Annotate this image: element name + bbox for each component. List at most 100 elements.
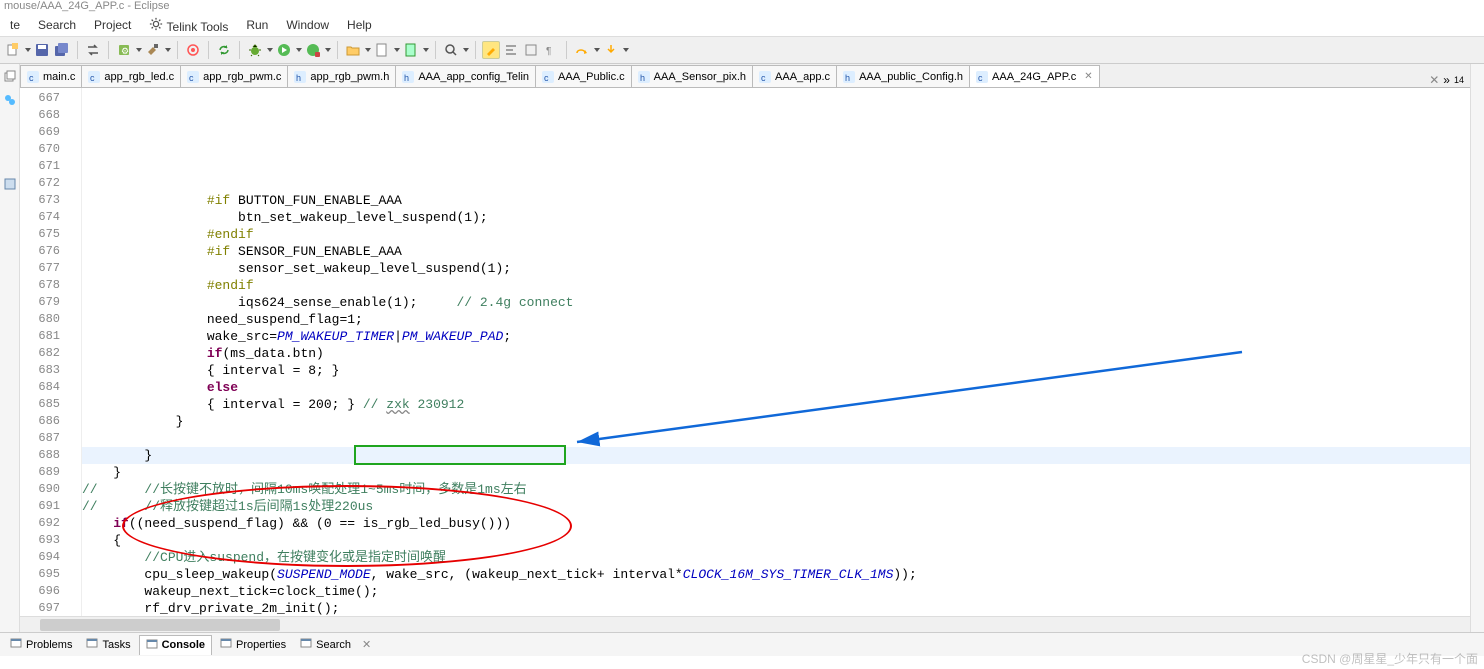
close-icon[interactable]: ✕	[359, 638, 371, 651]
outline-icon[interactable]	[2, 176, 18, 192]
code-line[interactable]: {	[82, 532, 1470, 549]
close-icon[interactable]: ✕	[1429, 73, 1439, 87]
code-line[interactable]: { interval = 200; } // zxk 230912	[82, 396, 1470, 413]
save-all-icon[interactable]	[53, 41, 71, 59]
dropdown-arrow-icon[interactable]	[25, 48, 31, 52]
code-line[interactable]: { interval = 8; }	[82, 362, 1470, 379]
dropdown-arrow-icon[interactable]	[394, 48, 400, 52]
dropdown-arrow-icon[interactable]	[423, 48, 429, 52]
code-line[interactable]: need_suspend_flag=1;	[82, 311, 1470, 328]
code-text[interactable]: #if BUTTON_FUN_ENABLE_AAA btn_set_wakeup…	[82, 88, 1470, 616]
svg-text:h: h	[640, 73, 645, 83]
editor-tab[interactable]: capp_rgb_led.c	[81, 65, 181, 87]
step-over-icon[interactable]	[573, 41, 591, 59]
view-tab-label: Problems	[26, 639, 72, 651]
code-line[interactable]: // //长按键不放时，间隔10ms唤配处理1~5ms时间，多数是1ms左右	[82, 481, 1470, 498]
whitespace-icon[interactable]: ¶	[542, 41, 560, 59]
menu-item[interactable]: te	[2, 16, 28, 34]
svg-text:c: c	[544, 73, 549, 83]
view-tab-label: Console	[162, 639, 205, 651]
dropdown-arrow-icon[interactable]	[365, 48, 371, 52]
dropdown-arrow-icon[interactable]	[267, 48, 273, 52]
code-line[interactable]: }	[82, 464, 1470, 481]
ext-tools-icon[interactable]	[304, 41, 322, 59]
block-icon[interactable]	[522, 41, 540, 59]
c-file-icon: c	[976, 71, 988, 83]
code-line[interactable]: //CPU进入suspend，在按键变化或是指定时间唤醒	[82, 549, 1470, 566]
step-into-icon[interactable]	[602, 41, 620, 59]
code-line[interactable]: // //释放按键超过1s后间隔1s处理220us	[82, 498, 1470, 515]
new-icon[interactable]	[4, 41, 22, 59]
highlight-icon[interactable]	[482, 41, 500, 59]
view-tab-label: Tasks	[102, 639, 130, 651]
new-folder-icon[interactable]	[344, 41, 362, 59]
code-line[interactable]: #endif	[82, 226, 1470, 243]
editor-tab[interactable]: cAAA_Public.c	[535, 65, 632, 87]
editor-tab[interactable]: cAAA_app.c	[752, 65, 837, 87]
dropdown-arrow-icon[interactable]	[623, 48, 629, 52]
switch-icon[interactable]	[84, 41, 102, 59]
chevron-right-icon[interactable]: »	[1443, 73, 1450, 87]
fold-column[interactable]	[68, 88, 82, 616]
dropdown-arrow-icon[interactable]	[296, 48, 302, 52]
overview-ruler[interactable]	[1470, 64, 1484, 632]
dropdown-arrow-icon[interactable]	[136, 48, 142, 52]
code-line[interactable]: if((need_suspend_flag) && (0 == is_rgb_l…	[82, 515, 1470, 532]
code-line[interactable]: #endif	[82, 277, 1470, 294]
dropdown-arrow-icon[interactable]	[463, 48, 469, 52]
horizontal-scrollbar[interactable]	[20, 616, 1470, 632]
restore-icon[interactable]	[2, 68, 18, 84]
view-tab[interactable]: Problems	[4, 635, 78, 654]
debug-icon[interactable]	[246, 41, 264, 59]
code-line[interactable]: cpu_sleep_wakeup(SUSPEND_MODE, wake_src,…	[82, 566, 1470, 583]
editor-tab[interactable]: cAAA_24G_APP.c✕	[969, 65, 1100, 87]
main-toolbar: ⚙ ¶	[0, 36, 1484, 64]
code-line[interactable]: iqs624_sense_enable(1); // 2.4g connect	[82, 294, 1470, 311]
breakpoints-icon[interactable]	[2, 92, 18, 108]
refresh-icon[interactable]	[215, 41, 233, 59]
menu-item[interactable]: Telink Tools	[141, 15, 236, 36]
code-line[interactable]: wake_src=PM_WAKEUP_TIMER|PM_WAKEUP_PAD;	[82, 328, 1470, 345]
code-line[interactable]: rf_drv_private_2m_init();	[82, 600, 1470, 616]
code-line[interactable]: sensor_set_wakeup_level_suspend(1);	[82, 260, 1470, 277]
code-line[interactable]: if(ms_data.btn)	[82, 345, 1470, 362]
dropdown-arrow-icon[interactable]	[594, 48, 600, 52]
format-icon[interactable]	[502, 41, 520, 59]
dropdown-arrow-icon[interactable]	[325, 48, 331, 52]
editor-tab[interactable]: cmain.c	[20, 65, 82, 87]
editor-tab[interactable]: hAAA_app_config_Telin	[395, 65, 536, 87]
close-icon[interactable]: ✕	[1084, 71, 1092, 82]
view-tab[interactable]: Search	[294, 635, 357, 654]
code-line[interactable]: btn_set_wakeup_level_suspend(1);	[82, 209, 1470, 226]
build-icon[interactable]: ⚙	[115, 41, 133, 59]
editor-tab[interactable]: happ_rgb_pwm.h	[287, 65, 396, 87]
view-tab[interactable]: Properties	[214, 635, 292, 654]
run-icon[interactable]	[275, 41, 293, 59]
menu-item[interactable]: Window	[278, 16, 337, 34]
view-tab[interactable]: Tasks	[80, 635, 136, 654]
view-tab[interactable]: Console	[139, 635, 212, 655]
menu-item[interactable]: Run	[238, 16, 276, 34]
new-file-icon[interactable]	[373, 41, 391, 59]
code-line[interactable]	[82, 430, 1470, 447]
gear-icon	[149, 17, 163, 31]
code-line[interactable]: else	[82, 379, 1470, 396]
menu-item[interactable]: Project	[86, 16, 139, 34]
search-icon[interactable]	[442, 41, 460, 59]
hammer-icon[interactable]	[144, 41, 162, 59]
save-icon[interactable]	[33, 41, 51, 59]
code-line[interactable]: }	[82, 447, 1470, 464]
editor-tab[interactable]: capp_rgb_pwm.c	[180, 65, 288, 87]
target-icon[interactable]	[184, 41, 202, 59]
editor-tab[interactable]: hAAA_public_Config.h	[836, 65, 970, 87]
menu-item[interactable]: Search	[30, 16, 84, 34]
code-line[interactable]: wakeup_next_tick=clock_time();	[82, 583, 1470, 600]
new-class-icon[interactable]	[402, 41, 420, 59]
code-line[interactable]: #if BUTTON_FUN_ENABLE_AAA	[82, 192, 1470, 209]
code-editor[interactable]: 6676686696706716726736746756766776786796…	[20, 88, 1470, 616]
menu-item[interactable]: Help	[339, 16, 380, 34]
dropdown-arrow-icon[interactable]	[165, 48, 171, 52]
editor-tab[interactable]: hAAA_Sensor_pix.h	[631, 65, 753, 87]
code-line[interactable]: #if SENSOR_FUN_ENABLE_AAA	[82, 243, 1470, 260]
code-line[interactable]: }	[82, 413, 1470, 430]
